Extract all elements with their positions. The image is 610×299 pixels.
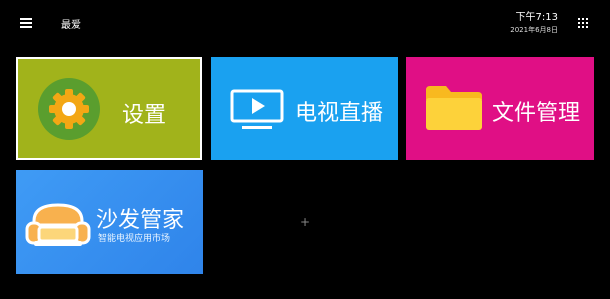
tile-sofa-butler-subtitle: 智能电视应用市场: [98, 234, 171, 244]
tv-play-icon: [230, 89, 284, 129]
menu-icon[interactable]: [20, 18, 32, 28]
tile-settings[interactable]: 设置: [16, 57, 202, 160]
tile-live-tv-label: 电视直播: [295, 101, 384, 126]
page-title: 最爱: [61, 20, 81, 31]
gear-icon: [38, 78, 100, 140]
clock: 下午7:13 2021年6月8日: [510, 12, 558, 36]
tile-sofa-butler[interactable]: 沙发管家 智能电视应用市场: [16, 170, 203, 274]
tile-sofa-butler-label: 沙发管家: [96, 208, 185, 233]
apps-grid-icon[interactable]: [578, 18, 588, 28]
date-text: 2021年6月8日: [510, 26, 558, 34]
folder-icon: [426, 86, 482, 130]
sofa-icon: [25, 203, 91, 246]
top-bar: 最爱 下午7:13 2021年6月8日: [0, 0, 610, 48]
tile-settings-label: 设置: [122, 103, 167, 128]
tile-file-manager[interactable]: 文件管理: [406, 57, 594, 160]
time-text: 下午7:13: [515, 12, 558, 23]
tile-file-manager-label: 文件管理: [492, 101, 581, 126]
add-favorite-button[interactable]: +: [300, 215, 310, 229]
tile-live-tv[interactable]: 电视直播: [211, 57, 398, 160]
